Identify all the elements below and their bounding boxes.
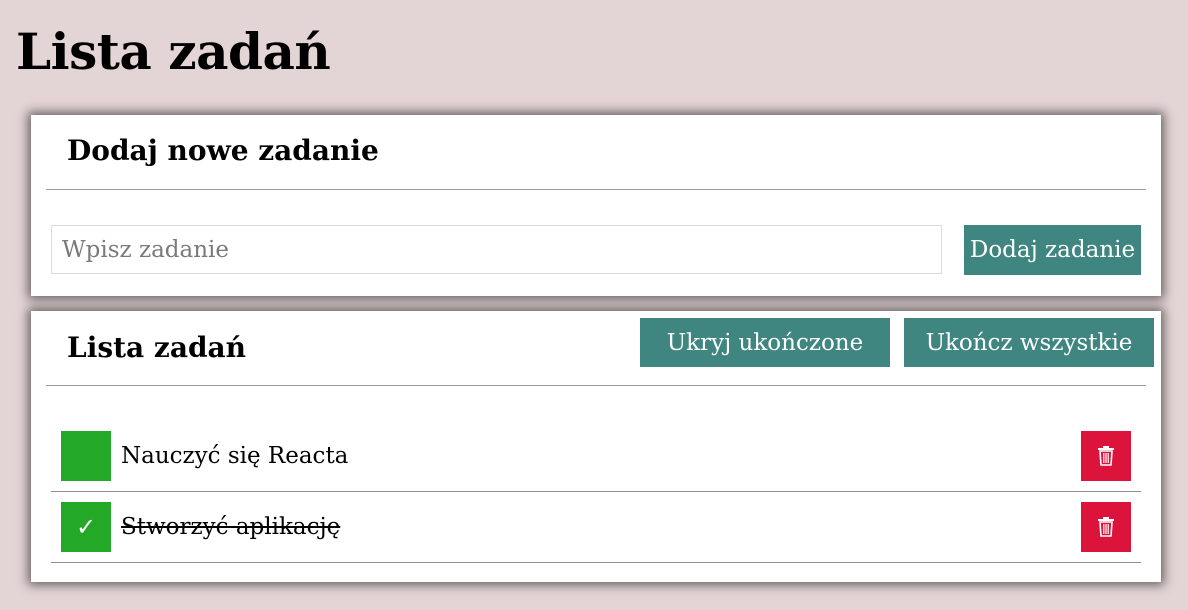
- task-list-header: Lista zadań Ukryj ukończone Ukończ wszys…: [46, 311, 1154, 386]
- task-list-heading: Lista zadań: [67, 331, 247, 364]
- delete-task-button[interactable]: [1081, 502, 1131, 552]
- new-task-input[interactable]: [51, 225, 942, 274]
- task-item: ✓ Stworzyć aplikację: [51, 492, 1141, 563]
- add-task-header: Dodaj nowe zadanie: [46, 115, 1146, 190]
- task-item: Nauczyć się Reacta: [51, 421, 1141, 492]
- add-task-section: Dodaj nowe zadanie Dodaj zadanie: [31, 115, 1161, 296]
- task-text: Stworzyć aplikację: [121, 514, 341, 540]
- hide-completed-button[interactable]: Ukryj ukończone: [640, 318, 890, 367]
- checkmark-icon: ✓: [75, 513, 97, 541]
- trash-icon: [1098, 517, 1114, 537]
- delete-task-button[interactable]: [1081, 431, 1131, 481]
- task-list: Nauczyć się Reacta ✓ Stworzyć aplikację: [51, 421, 1141, 563]
- toggle-done-button[interactable]: ✓: [61, 502, 111, 552]
- add-task-button[interactable]: Dodaj zadanie: [964, 225, 1141, 275]
- toggle-done-button[interactable]: [61, 431, 111, 481]
- page-title: Lista zadań: [16, 22, 331, 81]
- trash-icon: [1098, 446, 1114, 466]
- task-text: Nauczyć się Reacta: [121, 443, 349, 469]
- task-list-section: Lista zadań Ukryj ukończone Ukończ wszys…: [31, 311, 1161, 582]
- add-task-heading: Dodaj nowe zadanie: [67, 134, 379, 167]
- complete-all-button[interactable]: Ukończ wszystkie: [904, 318, 1154, 367]
